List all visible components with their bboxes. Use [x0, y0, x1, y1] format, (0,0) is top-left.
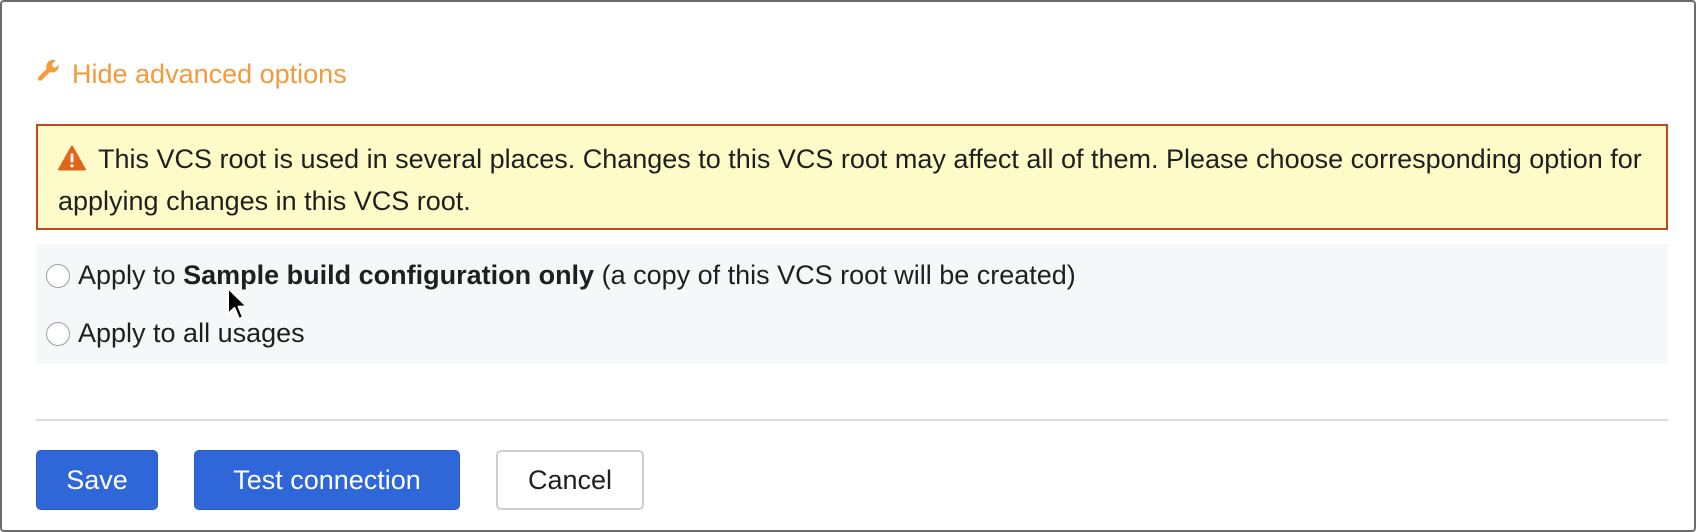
option-1-suffix: (a copy of this VCS root will be created…	[594, 260, 1076, 290]
wrench-icon	[36, 58, 62, 91]
option-1-prefix: Apply to	[78, 260, 184, 290]
option-apply-to-all-usages[interactable]: Apply to all usages	[46, 318, 305, 349]
option-apply-to-this-configuration[interactable]: Apply to Sample build configuration only…	[46, 260, 1076, 291]
save-button[interactable]: Save	[36, 450, 158, 510]
hide-advanced-options-link[interactable]: Hide advanced options	[36, 58, 347, 91]
mouse-pointer-icon	[227, 287, 248, 320]
hide-advanced-options-label: Hide advanced options	[72, 59, 347, 89]
divider	[36, 419, 1668, 421]
radio-apply-to-all-usages[interactable]	[46, 321, 70, 346]
apply-scope-options: Apply to Sample build configuration only…	[36, 244, 1668, 364]
warning-icon	[58, 141, 86, 171]
radio-apply-to-this-configuration[interactable]	[46, 263, 70, 288]
option-2-label: Apply to all usages	[78, 318, 305, 348]
test-connection-button[interactable]: Test connection	[194, 450, 460, 510]
warning-text: This VCS root is used in several places.…	[58, 144, 1642, 216]
cancel-button[interactable]: Cancel	[496, 450, 644, 510]
shared-vcs-root-warning: This VCS root is used in several places.…	[36, 124, 1668, 230]
